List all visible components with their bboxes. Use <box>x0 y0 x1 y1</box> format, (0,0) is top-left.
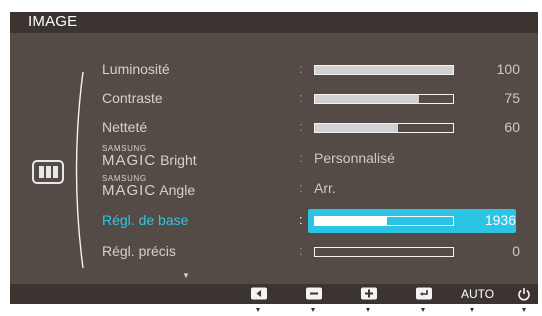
menu-item-label: Luminosité <box>102 61 170 77</box>
enter-icon <box>416 287 432 300</box>
separator: : <box>299 180 303 195</box>
power-button[interactable] <box>517 287 531 301</box>
enter-button[interactable] <box>416 287 432 300</box>
slider-bar[interactable] <box>314 247 454 257</box>
slider-bar[interactable] <box>314 216 454 226</box>
magic-brand: MAGIC <box>102 152 157 169</box>
menu-item-nettete[interactable]: Netteté : 60 <box>90 117 520 141</box>
osd-menu: IMAGE Luminosité : 100 Contraste : 75 Ne… <box>10 12 538 304</box>
power-icon <box>518 288 530 301</box>
minus-icon <box>306 287 322 300</box>
separator: : <box>299 150 303 165</box>
menu-item-regl-de-base[interactable]: Régl. de base : 1936 <box>90 209 520 234</box>
plus-button[interactable] <box>361 287 377 300</box>
menu-item-label: Régl. de base <box>102 212 189 228</box>
separator: : <box>299 90 303 105</box>
menu-item-label: SAMSUNG MAGIC Angle <box>102 175 196 199</box>
separator: : <box>299 212 303 227</box>
value-label: 0 <box>512 243 520 259</box>
slider-bar[interactable] <box>314 65 454 75</box>
more-down-icon[interactable]: ▼ <box>182 271 190 280</box>
value-text: Personnalisé <box>314 150 395 166</box>
menu-item-label: SAMSUNG MAGIC Bright <box>102 145 197 169</box>
value-text: Arr. <box>314 180 336 196</box>
separator: : <box>299 119 303 134</box>
menu-item-contraste[interactable]: Contraste : 75 <box>90 88 520 112</box>
value-label: 1936 <box>484 212 516 228</box>
menu-item-magic-bright[interactable]: SAMSUNG MAGIC Bright : Personnalisé <box>90 145 520 172</box>
separator: : <box>299 61 303 76</box>
menu-item-luminosite[interactable]: Luminosité : 100 <box>90 59 520 83</box>
left-arrow-button[interactable] <box>251 287 267 300</box>
menu-list: Luminosité : 100 Contraste : 75 Netteté … <box>10 12 538 304</box>
value-label: 75 <box>504 90 520 106</box>
menu-item-label: Contraste <box>102 90 163 106</box>
menu-item-word: Bright <box>160 152 197 168</box>
menu-item-word: Angle <box>159 182 196 198</box>
menu-item-magic-angle[interactable]: SAMSUNG MAGIC Angle : Arr. <box>90 175 520 202</box>
menu-item-label: Régl. précis <box>102 243 176 259</box>
button-bar: AUTO <box>10 284 538 304</box>
left-arrow-icon <box>251 287 267 300</box>
magic-brand: MAGIC <box>102 182 157 199</box>
slider-bar[interactable] <box>314 94 454 104</box>
plus-icon <box>361 287 377 300</box>
menu-item-label: Netteté <box>102 119 148 135</box>
slider-bar[interactable] <box>314 123 454 133</box>
value-label: 60 <box>504 119 520 135</box>
minus-button[interactable] <box>306 287 322 300</box>
button-pointers <box>256 308 526 312</box>
auto-button[interactable]: AUTO <box>461 287 494 301</box>
separator: : <box>299 243 303 258</box>
menu-item-regl-precis[interactable]: Régl. précis : 0 <box>90 241 520 265</box>
value-label: 100 <box>496 61 520 77</box>
